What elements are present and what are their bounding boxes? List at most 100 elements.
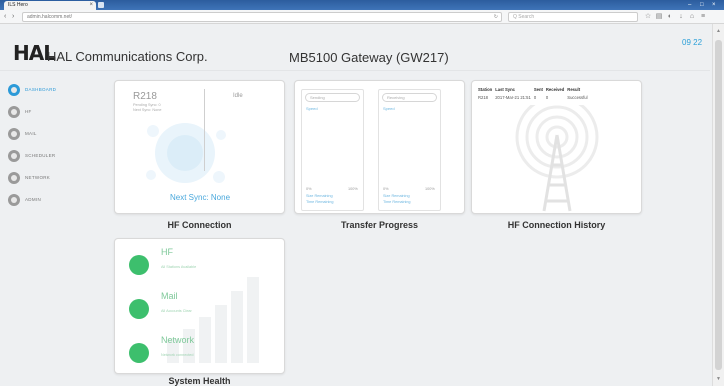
hf-icon: [8, 106, 20, 118]
home-icon[interactable]: ⌂: [688, 13, 696, 21]
receiving-pct-max: 100%: [425, 187, 435, 191]
scroll-up-icon[interactable]: ▲: [716, 28, 721, 34]
sidebar-item-label: DASHBOARD: [25, 87, 57, 92]
sending-pct-max: 100%: [348, 187, 358, 191]
sidebar-item-label: HF: [25, 109, 32, 114]
sending-time-remaining: Time Remaining: [306, 200, 334, 204]
history-table: Station Last Sync Sent Received Result R…: [478, 87, 591, 100]
close-window-icon[interactable]: ×: [712, 1, 716, 9]
header-divider: [0, 70, 710, 71]
health-mail-name: Mail: [161, 291, 178, 301]
network-icon: [8, 172, 20, 184]
hf-status: Idle: [233, 93, 243, 99]
signal-bars-graphic: [167, 277, 259, 363]
sending-column: Sending Speed 0% 100% Size Remaining Tim…: [301, 89, 364, 211]
hf-next-sync-small: Next Sync: None: [133, 108, 162, 112]
sidebar-item-label: SCHEDULER: [25, 153, 56, 158]
col-last-sync: Last Sync: [495, 87, 515, 92]
sidebar-item-label: MAIL: [25, 131, 37, 136]
hf-history-card[interactable]: Station Last Sync Sent Received Result R…: [471, 80, 642, 214]
maximize-icon[interactable]: □: [700, 1, 704, 9]
pocket-icon[interactable]: ◐: [666, 13, 674, 21]
browser-tab[interactable]: ILS Hero ×: [4, 1, 96, 10]
next-sync-label: Next Sync: None: [169, 193, 231, 202]
receiving-speed: Speed: [383, 106, 395, 111]
sidebar-item-label: NETWORK: [25, 175, 51, 180]
cell-result: Successful: [567, 95, 588, 100]
radio-tower-graphic: [515, 105, 599, 212]
cell-station: R218: [478, 95, 489, 100]
system-health-title: System Health: [168, 376, 231, 386]
hf-history-title: HF Connection History: [507, 220, 606, 230]
tab-close-icon[interactable]: ×: [89, 1, 93, 10]
sending-pct-min: 0%: [306, 187, 312, 191]
system-health-card[interactable]: HF All Stations Available Mail All Accou…: [114, 238, 285, 374]
sidebar-item-admin[interactable]: ADMIN: [8, 192, 100, 210]
gateway-title: MB5100 Gateway (GW217): [289, 50, 449, 65]
dashboard-icon: [8, 84, 20, 96]
cell-received: 0: [545, 95, 549, 100]
menu-icon[interactable]: ≡: [699, 13, 707, 21]
page-scrollbar[interactable]: ▲ ▼: [712, 24, 724, 386]
table-header-row: Station Last Sync Sent Received Result: [478, 87, 591, 95]
scrollbar-thumb[interactable]: [715, 40, 722, 370]
scheduler-icon: [8, 150, 20, 162]
receiving-label: Receiving: [382, 93, 437, 102]
col-station: Station: [478, 87, 493, 92]
transfer-progress-title: Transfer Progress: [340, 220, 419, 230]
address-bar[interactable]: admin.halcomm.net/ ↻: [22, 12, 502, 22]
cell-sent: 0: [533, 95, 537, 100]
hf-globe-graphic: [146, 123, 226, 183]
browser-titlebar: ILS Hero × – □ ×: [0, 0, 724, 10]
col-received: Received: [545, 87, 565, 92]
scroll-down-icon[interactable]: ▼: [716, 376, 721, 382]
receiving-pct-min: 0%: [383, 187, 389, 191]
star-icon[interactable]: ☆: [644, 13, 652, 21]
search-input[interactable]: Q Search: [508, 12, 638, 22]
sidebar-item-hf[interactable]: HF: [8, 104, 100, 122]
health-network-name: Network: [161, 335, 195, 345]
clock: 09 22: [682, 38, 703, 47]
sidebar-item-scheduler[interactable]: SCHEDULER: [8, 148, 100, 166]
sidebar-item-mail[interactable]: MAIL: [8, 126, 100, 144]
health-hf-status: All Stations Available: [161, 265, 197, 269]
receiving-column: Receiving Speed 0% 100% Size Remaining T…: [378, 89, 441, 211]
app-header: HAL HAL Communications Corp. MB5100 Gate…: [0, 24, 710, 68]
col-sent: Sent: [533, 87, 543, 92]
hf-pending-sync: Pending Sync: 0: [133, 103, 161, 107]
hf-connection-title: HF Connection: [167, 220, 232, 230]
receiving-size-remaining: Size Remaining: [383, 194, 410, 198]
network-status-indicator: [129, 343, 149, 363]
admin-icon: [8, 194, 20, 206]
minimize-icon[interactable]: –: [688, 1, 691, 9]
cell-last-sync: 2017-Mar-21 21:51: [495, 95, 531, 100]
sending-size-remaining: Size Remaining: [306, 194, 333, 198]
tab-title: ILS Hero: [8, 2, 28, 8]
reload-icon[interactable]: ↻: [494, 13, 498, 21]
back-icon[interactable]: ‹: [4, 12, 6, 22]
hf-station-name: R218: [133, 91, 157, 102]
mail-icon: [8, 128, 20, 140]
sending-label: Sending: [305, 93, 360, 102]
company-name: HAL Communications Corp.: [47, 49, 208, 64]
sending-speed: Speed: [306, 106, 318, 111]
table-row[interactable]: R218 2017-Mar-21 21:51 0 0 Successful: [478, 95, 591, 100]
forward-icon[interactable]: ›: [12, 12, 14, 22]
new-tab-button[interactable]: [98, 2, 104, 8]
sidebar-item-network[interactable]: NETWORK: [8, 170, 100, 188]
mail-status-indicator: [129, 299, 149, 319]
download-icon[interactable]: ↓: [677, 13, 685, 21]
health-hf-name: HF: [161, 247, 173, 257]
hf-divider: [204, 89, 205, 171]
sidebar-item-dashboard[interactable]: DASHBOARD: [8, 82, 100, 100]
hf-connection-card[interactable]: R218 Pending Sync: 0 Next Sync: None Idl…: [114, 80, 285, 214]
health-network-status: Network connected: [161, 353, 194, 357]
col-result: Result: [567, 87, 581, 92]
url-text: admin.halcomm.net/: [27, 14, 73, 20]
transfer-progress-card[interactable]: Sending Speed 0% 100% Size Remaining Tim…: [294, 80, 465, 214]
health-mail-status: All Accounts Clear: [161, 309, 192, 313]
reading-list-icon[interactable]: ▤: [655, 13, 663, 21]
receiving-time-remaining: Time Remaining: [383, 200, 411, 204]
sidebar-item-label: ADMIN: [25, 197, 41, 202]
hf-status-indicator: [129, 255, 149, 275]
